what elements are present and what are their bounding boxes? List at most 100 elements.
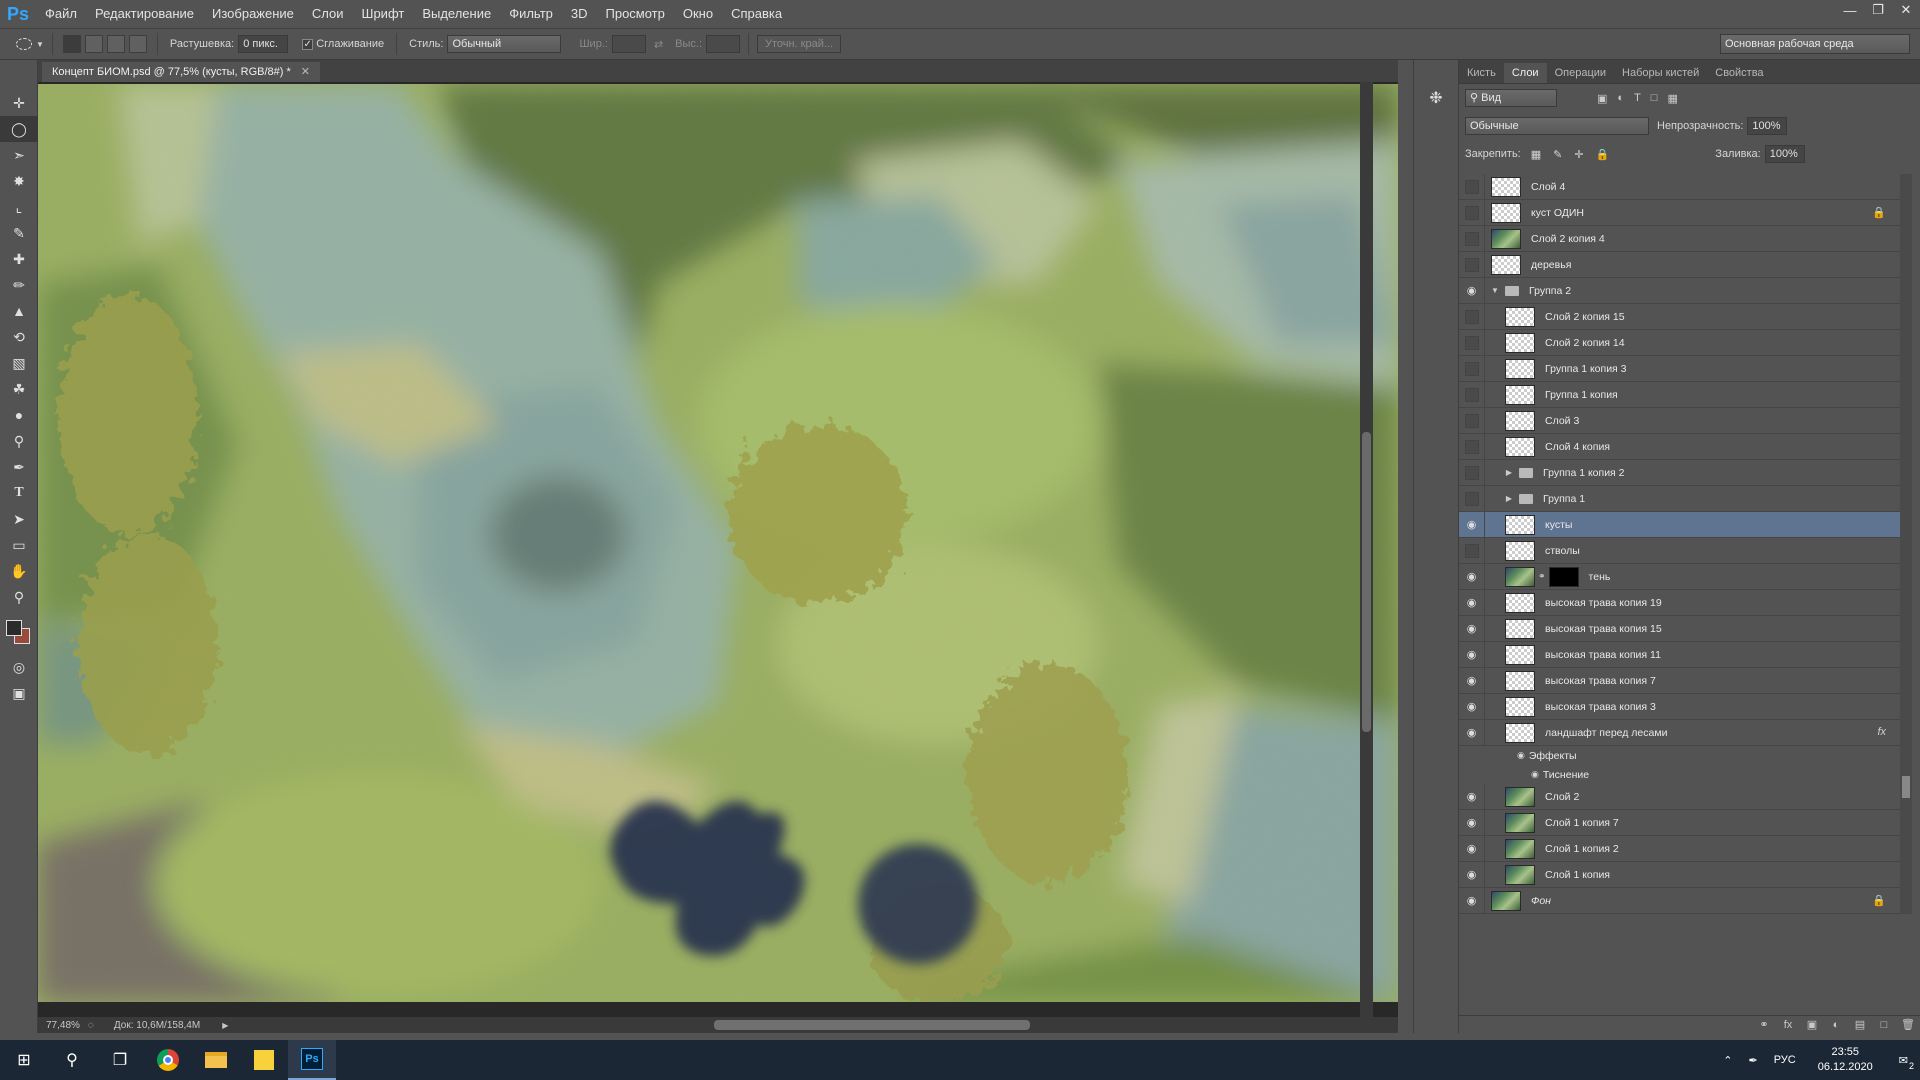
eraser-tool-icon[interactable]: ▧ bbox=[0, 350, 38, 376]
task-view-icon[interactable]: ❐ bbox=[96, 1040, 144, 1080]
add-selection-button[interactable] bbox=[84, 35, 103, 53]
tab-brush-presets[interactable]: Наборы кистей bbox=[1614, 63, 1707, 83]
magic-wand-tool-icon[interactable]: ✸ bbox=[0, 168, 38, 194]
blend-mode-select[interactable]: Обычные bbox=[1465, 117, 1649, 135]
zoom-readout[interactable]: 77,48% bbox=[46, 1020, 80, 1031]
visibility-toggle-icon[interactable]: ◉ bbox=[1459, 783, 1485, 810]
layer-row[interactable]: Группа 1 копия 3 bbox=[1459, 355, 1900, 382]
filter-shape-icon[interactable]: □ bbox=[1651, 92, 1658, 105]
document-tab[interactable]: Концепт БИОМ.psd @ 77,5% (кусты, RGB/8#)… bbox=[42, 62, 320, 82]
fx-icon[interactable]: fx bbox=[1877, 726, 1886, 738]
tab-properties[interactable]: Свойства bbox=[1707, 63, 1771, 83]
style-select[interactable]: Обычный bbox=[447, 35, 562, 53]
antialias-checkbox[interactable]: ✓ bbox=[302, 38, 314, 50]
visibility-toggle-icon[interactable]: ◉ bbox=[1459, 887, 1485, 914]
layer-row[interactable]: ◉ Слой 1 копия bbox=[1459, 861, 1900, 888]
layers-scroll-thumb[interactable] bbox=[1902, 776, 1910, 798]
layer-row[interactable]: Слой 3 bbox=[1459, 407, 1900, 434]
filter-type-icon[interactable]: T bbox=[1634, 92, 1641, 105]
blur-tool-icon[interactable]: ● bbox=[0, 402, 38, 428]
pen-icon[interactable]: ✒ bbox=[1748, 1054, 1757, 1067]
fill-input[interactable]: 100% bbox=[1764, 145, 1805, 163]
layer-row[interactable]: деревья bbox=[1459, 251, 1900, 278]
filter-adjustment-icon[interactable]: ◐ bbox=[1617, 92, 1624, 105]
layer-row[interactable]: ◉ кусты bbox=[1459, 511, 1900, 538]
lock-position-icon[interactable]: ✛ bbox=[1574, 148, 1583, 161]
layer-row[interactable]: ◉ Слой 2 bbox=[1459, 783, 1900, 810]
visibility-toggle-icon[interactable] bbox=[1459, 329, 1485, 356]
stamp-tool-icon[interactable]: ▲ bbox=[0, 298, 38, 324]
layer-row[interactable]: Слой 4 bbox=[1459, 174, 1900, 200]
width-input[interactable] bbox=[611, 35, 646, 53]
visibility-toggle-icon[interactable] bbox=[1459, 537, 1485, 564]
visibility-toggle-icon[interactable] bbox=[1459, 174, 1485, 200]
tab-brush[interactable]: Кисть bbox=[1459, 63, 1504, 83]
visibility-toggle-icon[interactable]: ◉ bbox=[1459, 277, 1485, 304]
visibility-toggle-icon[interactable] bbox=[1459, 459, 1485, 486]
zoom-tool-icon[interactable]: ⚲ bbox=[0, 584, 38, 610]
visibility-toggle-icon[interactable]: ◉ bbox=[1459, 719, 1485, 746]
layer-row[interactable]: ◉ высокая трава копия 15 bbox=[1459, 615, 1900, 642]
menu-view[interactable]: Просмотр bbox=[597, 0, 674, 28]
paint-bucket-tool-icon[interactable]: ☘ bbox=[0, 376, 38, 402]
visibility-toggle-icon[interactable]: ◉ bbox=[1459, 615, 1485, 642]
chrome-icon[interactable] bbox=[144, 1040, 192, 1080]
swap-icon[interactable]: ⇄ bbox=[654, 38, 663, 51]
menu-file[interactable]: Файл bbox=[36, 0, 86, 28]
eyedropper-tool-icon[interactable]: ✎ bbox=[0, 220, 38, 246]
visibility-toggle-icon[interactable]: ◉ bbox=[1459, 641, 1485, 668]
rectangle-tool-icon[interactable]: ▭ bbox=[0, 532, 38, 558]
screen-mode-icon[interactable]: ▣ bbox=[0, 680, 38, 706]
quick-mask-icon[interactable]: ◎ bbox=[0, 654, 38, 680]
layer-row[interactable]: ◉ Фон 🔒 bbox=[1459, 887, 1900, 914]
clock[interactable]: 23:55 06.12.2020 bbox=[1818, 1045, 1873, 1075]
layer-effect-row[interactable]: ◉ Эффекты bbox=[1459, 746, 1900, 765]
layer-row[interactable]: ◉ ▼ Группа 2 bbox=[1459, 277, 1900, 304]
dodge-tool-icon[interactable]: ⚲ bbox=[0, 428, 38, 454]
feather-input[interactable]: 0 пикс. bbox=[238, 35, 289, 53]
pen-tool-icon[interactable]: ✒ bbox=[0, 454, 38, 480]
expand-arrow-icon[interactable]: ▶ bbox=[1503, 468, 1515, 477]
horizontal-scroll-thumb[interactable] bbox=[714, 1020, 1030, 1030]
layer-row[interactable]: ▶ Группа 1 копия 2 bbox=[1459, 459, 1900, 486]
layer-row[interactable]: ◉ Слой 1 копия 7 bbox=[1459, 809, 1900, 836]
expand-arrow-icon[interactable]: ▶ bbox=[1503, 494, 1515, 503]
visibility-toggle-icon[interactable] bbox=[1459, 485, 1485, 512]
filter-smart-object-icon[interactable]: ▦ bbox=[1667, 92, 1677, 105]
workspace-select[interactable]: Основная рабочая среда bbox=[1720, 34, 1910, 54]
file-explorer-icon[interactable] bbox=[192, 1040, 240, 1080]
new-layer-icon[interactable]: □ bbox=[1872, 1017, 1896, 1033]
sticky-notes-icon[interactable] bbox=[240, 1040, 288, 1080]
height-input[interactable] bbox=[706, 35, 741, 53]
foreground-color-swatch[interactable] bbox=[6, 620, 22, 636]
add-style-icon[interactable]: fx bbox=[1776, 1017, 1800, 1033]
menu-select[interactable]: Выделение bbox=[413, 0, 500, 28]
menu-filter[interactable]: Фильтр bbox=[500, 0, 562, 28]
layer-mask-thumbnail[interactable] bbox=[1548, 566, 1579, 587]
menu-type[interactable]: Шрифт bbox=[353, 0, 414, 28]
type-tool-icon[interactable]: T bbox=[0, 480, 38, 506]
add-mask-icon[interactable]: ▣ bbox=[1800, 1017, 1824, 1033]
tab-actions[interactable]: Операции bbox=[1547, 63, 1614, 83]
layer-row[interactable]: Слой 2 копия 15 bbox=[1459, 303, 1900, 330]
ellipse-marquee-icon[interactable] bbox=[16, 38, 32, 50]
lock-all-icon[interactable]: 🔒 bbox=[1596, 148, 1610, 161]
collapse-arrow-icon[interactable]: ▼ bbox=[1489, 286, 1501, 295]
menu-window[interactable]: Окно bbox=[674, 0, 722, 28]
visibility-toggle-icon[interactable] bbox=[1459, 433, 1485, 460]
start-icon[interactable]: ⊞ bbox=[0, 1040, 48, 1080]
visibility-toggle-icon[interactable]: ◉ bbox=[1459, 861, 1485, 888]
layer-row[interactable]: ▶ Группа 1 bbox=[1459, 485, 1900, 512]
link-layers-icon[interactable]: ⚭ bbox=[1752, 1017, 1776, 1033]
hand-tool-icon[interactable]: ✋ bbox=[0, 558, 38, 584]
new-selection-button[interactable] bbox=[62, 35, 81, 53]
layer-row[interactable]: ◉ высокая трава копия 3 bbox=[1459, 693, 1900, 720]
ellipse-marquee-tool-icon[interactable]: ◯ bbox=[0, 116, 38, 142]
minimize-icon[interactable]: — bbox=[1836, 0, 1864, 20]
close-tab-icon[interactable]: ✕ bbox=[301, 66, 310, 78]
visibility-toggle-icon[interactable]: ◉ bbox=[1459, 835, 1485, 862]
brush-tool-icon[interactable]: ✏ bbox=[0, 272, 38, 298]
visibility-toggle-icon[interactable]: ◉ bbox=[1459, 693, 1485, 720]
visibility-toggle-icon[interactable]: ◉ bbox=[1459, 563, 1485, 590]
layer-row[interactable]: куст ОДИН 🔒 bbox=[1459, 199, 1900, 226]
